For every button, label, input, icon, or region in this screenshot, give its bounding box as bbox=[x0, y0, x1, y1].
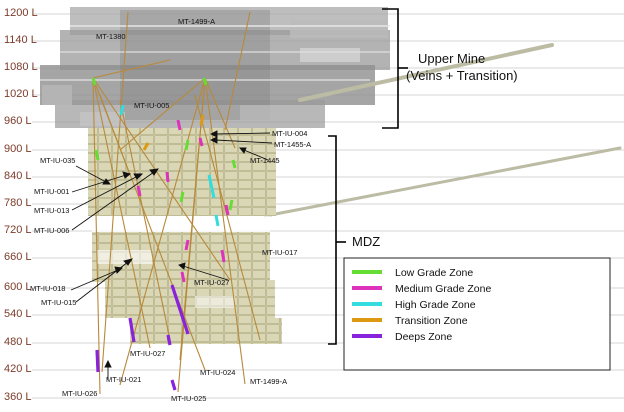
upper-mine-subtitle: (Veins + Transition) bbox=[406, 68, 518, 83]
hole-label-mt-1455-a: MT-1455-A bbox=[274, 140, 311, 149]
legend-label: Medium Grade Zone bbox=[395, 283, 491, 295]
level-labels: 1200 L 1140 L 1080 L 1020 L 960 L 900 L … bbox=[4, 7, 38, 403]
section-svg: 1200 L 1140 L 1080 L 1020 L 960 L 900 L … bbox=[4, 7, 624, 403]
hole-label-mt-iu-027: MT-IU-027 bbox=[194, 278, 229, 287]
level-label: 840 L bbox=[4, 170, 32, 182]
section-view: 1200 L 1140 L 1080 L 1020 L 960 L 900 L … bbox=[0, 0, 624, 412]
level-label: 780 L bbox=[4, 197, 32, 209]
hole-label-mt-1445: MT-1445 bbox=[250, 156, 280, 165]
hole-label-mt-iu-015: MT-IU-015 bbox=[41, 298, 76, 307]
hole-label-mt-iu-021: MT-IU-021 bbox=[106, 375, 141, 384]
level-label: 900 L bbox=[4, 143, 32, 155]
hole-label-mt-iu-024: MT-IU-024 bbox=[200, 368, 235, 377]
hole-label-mt-iu-035: MT-IU-035 bbox=[40, 156, 75, 165]
legend-label: Transition Zone bbox=[395, 315, 468, 327]
level-label: 360 L bbox=[4, 391, 32, 403]
legend-label: Deeps Zone bbox=[395, 331, 452, 343]
level-label: 1140 L bbox=[4, 34, 37, 46]
level-label: 420 L bbox=[4, 363, 32, 375]
hole-label-mt-iu-013: MT-IU-013 bbox=[34, 206, 69, 215]
hole-label-mt-iu-006: MT-IU-006 bbox=[34, 226, 69, 235]
hole-label-mt-1499-a: MT-1499-A bbox=[250, 377, 287, 386]
level-label: 720 L bbox=[4, 224, 32, 236]
level-label: 660 L bbox=[4, 251, 32, 263]
hole-label-mt-iu-017: MT-IU-017 bbox=[262, 248, 297, 257]
hole-label-mt-iu-004: MT-IU-004 bbox=[272, 129, 307, 138]
hole-label-mt-iu-027: MT-IU-027 bbox=[130, 349, 165, 358]
hole-label-mt-iu-018: MT-IU-018 bbox=[30, 284, 65, 293]
hole-label-mt-iu-026: MT-IU-026 bbox=[62, 389, 97, 398]
hole-label-mt-1380: MT-1380 bbox=[96, 32, 126, 41]
mdz-title: MDZ bbox=[352, 234, 380, 249]
legend-label: High Grade Zone bbox=[395, 299, 476, 311]
hole-label-mt-iu-005: MT-IU-005 bbox=[134, 101, 169, 110]
hole-label-mt-iu-001: MT-IU-001 bbox=[34, 187, 69, 196]
level-label: 480 L bbox=[4, 336, 32, 348]
level-label: 1200 L bbox=[4, 7, 38, 19]
legend-label: Low Grade Zone bbox=[395, 267, 473, 279]
legend-box bbox=[343, 257, 611, 371]
level-label: 960 L bbox=[4, 115, 32, 127]
upper-mine-title: Upper Mine bbox=[418, 51, 485, 66]
level-label: 1020 L bbox=[4, 88, 38, 100]
hole-label-mt-iu-025: MT-IU-025 bbox=[171, 394, 206, 403]
hole-label-mt-1499-a: MT-1499-A bbox=[178, 17, 215, 26]
level-label: 540 L bbox=[4, 308, 32, 320]
level-label: 1080 L bbox=[4, 61, 38, 73]
legend: Low Grade Zone Medium Grade Zone High Gr… bbox=[343, 257, 611, 371]
level-label: 600 L bbox=[4, 281, 32, 293]
